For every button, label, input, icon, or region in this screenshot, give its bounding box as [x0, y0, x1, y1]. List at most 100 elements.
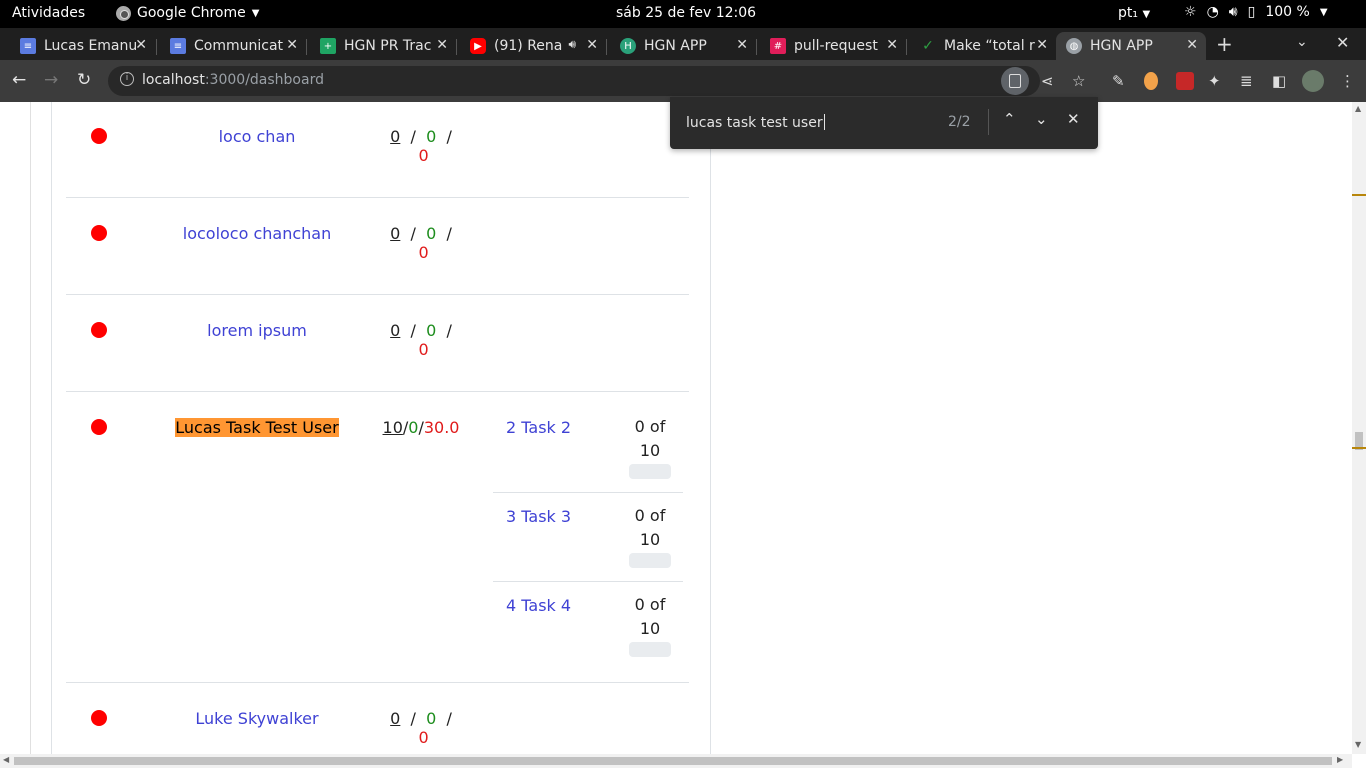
close-icon[interactable]: ✕: [436, 37, 448, 53]
tab-0[interactable]: ≡ Lucas Emanu ✕: [0, 32, 155, 60]
scroll-right-icon[interactable]: ▶: [1337, 755, 1343, 764]
tab-7-active[interactable]: ◍ HGN APP ✕: [1056, 32, 1206, 60]
user-name[interactable]: Luke Skywalker: [195, 709, 318, 728]
user-name[interactable]: lorem ipsum: [207, 321, 307, 340]
hours-committed: 0: [418, 243, 429, 262]
puzzle-extensions-icon[interactable]: ✦: [1208, 72, 1221, 90]
battery-level: 100 %: [1265, 4, 1310, 20]
sheets-icon: +: [320, 38, 336, 54]
hours-logged[interactable]: 10: [383, 418, 403, 437]
close-icon[interactable]: ✕: [135, 37, 147, 53]
user-hours: 0 / 0 / 0: [390, 224, 452, 262]
tab-6[interactable]: ✓ Make “total r ✕: [900, 32, 1056, 60]
check-icon: ✓: [922, 38, 934, 54]
reload-icon[interactable]: ↻: [77, 70, 91, 90]
close-icon[interactable]: ✕: [1036, 37, 1048, 53]
scroll-thumb[interactable]: [14, 757, 1332, 765]
close-icon[interactable]: ✕: [736, 37, 748, 53]
find-close-icon[interactable]: ✕: [1067, 110, 1080, 128]
task-progress: 0 of 10: [620, 415, 680, 463]
close-icon[interactable]: ✕: [586, 37, 598, 53]
tab-1[interactable]: ≡ Communicat ✕: [150, 32, 306, 60]
tab-3[interactable]: ▶ (91) Rena 🔊︎ ✕: [450, 32, 606, 60]
close-icon[interactable]: ✕: [1186, 37, 1198, 53]
extension-icon[interactable]: [1176, 72, 1194, 90]
globe-icon: ◍: [1066, 38, 1082, 54]
url-host: localhost: [142, 72, 205, 88]
hours-tangible: 0: [426, 127, 437, 146]
task-progress-bar: [629, 464, 671, 479]
app-menu[interactable]: Google Chrome ▼: [116, 5, 259, 21]
chrome-icon: [116, 5, 131, 21]
task-link[interactable]: 3 Task 3: [506, 507, 571, 526]
user-name-link[interactable]: lorem ipsum: [157, 321, 357, 340]
find-previous-chevron-up-icon[interactable]: ⌃: [1003, 110, 1016, 128]
tab-5[interactable]: # pull-request ✕: [750, 32, 906, 60]
caret-down-icon: ▼: [1319, 6, 1328, 18]
new-tab-button[interactable]: +: [1216, 32, 1233, 56]
task-progress-bar: [629, 642, 671, 657]
close-icon[interactable]: ✕: [286, 37, 298, 53]
user-hours: 0 / 0 / 0: [390, 127, 452, 165]
side-panel-icon[interactable]: ◧: [1272, 72, 1286, 90]
hgn-icon: H: [620, 38, 636, 54]
hours-committed: 0: [418, 146, 429, 165]
scroll-down-icon[interactable]: ▼: [1355, 740, 1361, 749]
youtube-icon: ▶: [470, 38, 486, 54]
task-link[interactable]: 2 Task 2: [506, 418, 571, 437]
hours-logged[interactable]: 0: [390, 224, 400, 243]
page-content: loco chan 0 / 0 / 0 locoloco chanchan 0 …: [0, 102, 1352, 754]
horizontal-scrollbar[interactable]: ◀ ▶: [0, 754, 1352, 768]
find-in-page-icon[interactable]: [1001, 67, 1029, 95]
keyboard-layout[interactable]: pt₁ ▼: [1118, 5, 1150, 21]
find-input[interactable]: lucas task test user: [686, 114, 825, 131]
find-next-chevron-down-icon[interactable]: ⌄: [1035, 110, 1048, 128]
user-name-link-highlighted[interactable]: Lucas Task Test User: [157, 418, 357, 437]
url-text[interactable]: localhost:3000/dashboard: [142, 72, 324, 88]
system-top-bar: Atividades Google Chrome ▼ sáb 25 de fev…: [0, 0, 1366, 28]
window-close-button[interactable]: ✕: [1336, 33, 1349, 52]
scroll-up-icon[interactable]: ▲: [1355, 104, 1361, 113]
address-bar[interactable]: i localhost:3000/dashboard: [108, 66, 1040, 96]
tab-2[interactable]: + HGN PR Trac ✕: [300, 32, 456, 60]
vertical-scrollbar[interactable]: ▲ ▼: [1352, 102, 1366, 754]
url-path: :3000/dashboard: [204, 72, 324, 88]
extension-icon[interactable]: [1144, 72, 1158, 90]
hours-logged[interactable]: 0: [390, 127, 400, 146]
tab-4[interactable]: H HGN APP ✕: [600, 32, 756, 60]
user-name-link[interactable]: loco chan: [157, 127, 357, 146]
hours-logged[interactable]: 0: [390, 321, 400, 340]
forward-arrow-icon[interactable]: →: [44, 70, 58, 90]
site-info-icon[interactable]: i: [120, 72, 134, 86]
clock[interactable]: sáb 25 de fev 12:06: [616, 5, 756, 21]
user-name[interactable]: locoloco chanchan: [183, 224, 332, 243]
audio-playing-icon[interactable]: 🔊︎: [568, 37, 576, 52]
system-tray[interactable]: ☼ ◔ 🔊︎ ▯ 100 % ▼: [1184, 4, 1328, 20]
find-match-marker: [1352, 447, 1366, 449]
task-progress-top: 0 of: [634, 506, 666, 525]
scroll-left-icon[interactable]: ◀: [3, 755, 9, 764]
task-link[interactable]: 4 Task 4: [506, 596, 571, 615]
battery-icon: ▯: [1247, 4, 1256, 20]
user-name[interactable]: loco chan: [219, 127, 296, 146]
back-arrow-icon[interactable]: ←: [12, 70, 26, 90]
pen-extension-icon[interactable]: ✎: [1112, 72, 1125, 90]
share-icon[interactable]: ⋖: [1041, 72, 1054, 90]
user-name-link[interactable]: Luke Skywalker: [157, 709, 357, 728]
user-hours: 0 / 0 / 0: [390, 709, 452, 747]
bookmark-star-icon[interactable]: ☆: [1072, 72, 1085, 90]
profile-avatar[interactable]: [1302, 70, 1324, 92]
user-name[interactable]: Lucas Task Test User: [175, 418, 339, 437]
hours-committed: 0: [418, 340, 429, 359]
activities-button[interactable]: Atividades: [12, 5, 85, 21]
media-control-icon[interactable]: ≣: [1240, 72, 1253, 90]
hours-logged[interactable]: 0: [390, 709, 400, 728]
app-name: Google Chrome: [137, 5, 246, 21]
hours-committed: 0: [418, 728, 429, 747]
user-name-link[interactable]: locoloco chanchan: [157, 224, 357, 243]
tab-search-chevron-icon[interactable]: ⌄: [1296, 34, 1308, 50]
task-progress-top: 0 of: [634, 595, 666, 614]
hours-tangible: 0: [426, 224, 437, 243]
close-icon[interactable]: ✕: [886, 37, 898, 53]
more-menu-icon[interactable]: ⋮: [1340, 72, 1355, 90]
